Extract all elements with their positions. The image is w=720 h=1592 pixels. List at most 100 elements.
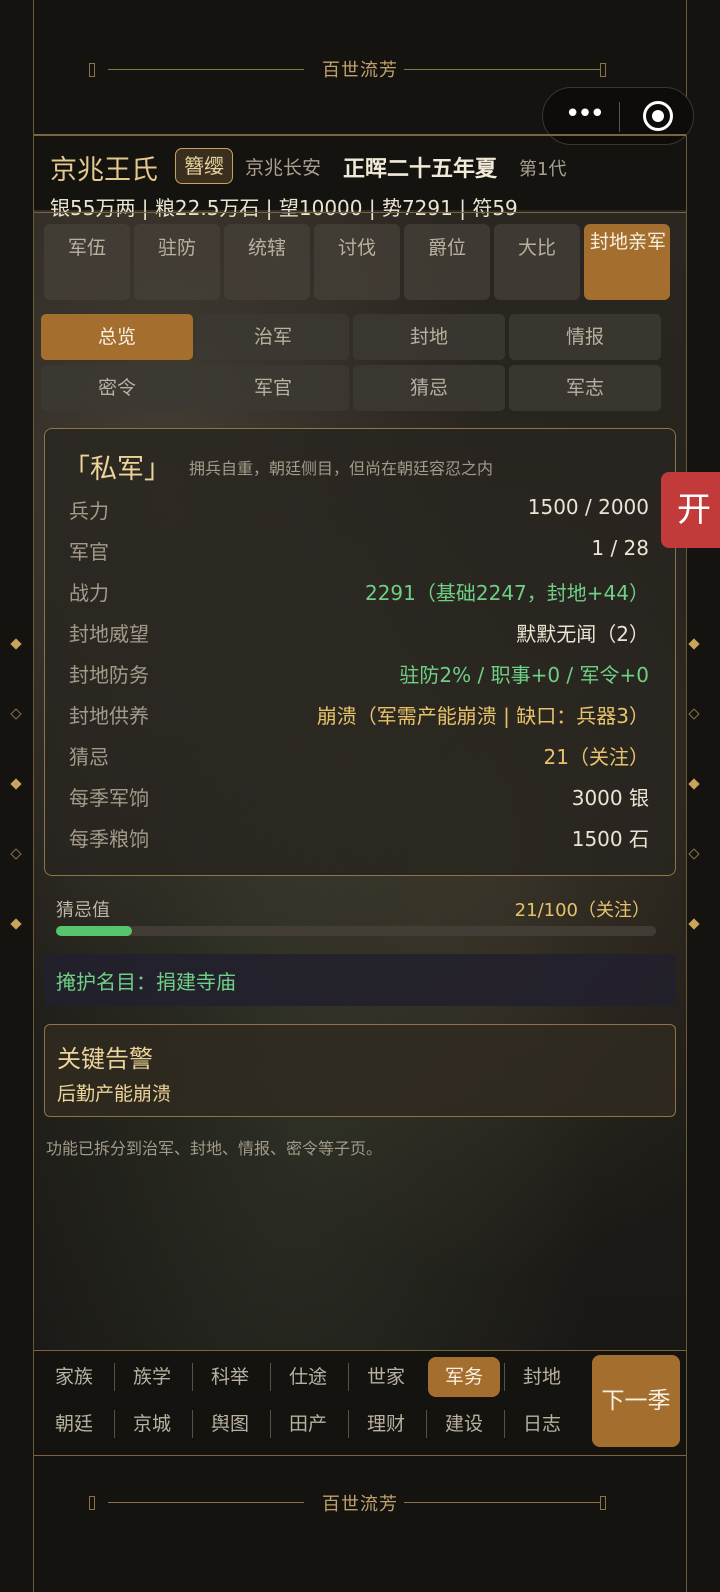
location-label: 京兆长安 <box>245 157 322 179</box>
diamond-icon <box>688 918 700 930</box>
side-open-tab[interactable]: 开 <box>661 472 720 548</box>
suspicion-label: 猜忌值 <box>56 900 110 921</box>
stat-row-grain-pay: 每季粮饷 1500 石 <box>69 823 649 859</box>
nav-divider <box>426 1410 427 1438</box>
stat-row-supply: 封地供养 崩溃（军需产能崩溃 | 缺口：兵器3） <box>69 700 649 736</box>
subtab-intel[interactable]: 情报 <box>509 314 661 360</box>
banner-ornament <box>600 1496 606 1510</box>
subtab-overview[interactable]: 总览 <box>41 314 193 360</box>
stat-value: 3000 银 <box>571 786 649 810</box>
nav-clans[interactable]: 世家 <box>350 1357 422 1397</box>
nav-map[interactable]: 舆图 <box>194 1404 266 1444</box>
stat-row-officers: 军官 1 / 28 <box>69 536 649 572</box>
subtab-discipline[interactable]: 治军 <box>197 314 349 360</box>
footnote: 功能已拆分到治军、封地、情报、密令等子页。 <box>46 1139 383 1158</box>
stat-row-silver-pay: 每季军饷 3000 银 <box>69 782 649 818</box>
cover-story-box: 掩护名目：捐建寺庙 <box>44 954 676 1006</box>
nav-divider <box>114 1410 115 1438</box>
stat-row-defense: 封地防务 驻防2% / 职事+0 / 军令+0 <box>69 659 649 695</box>
left-ornament <box>10 638 22 940</box>
nav-school[interactable]: 族学 <box>116 1357 188 1397</box>
stat-label: 封地供养 <box>69 704 149 728</box>
diamond-icon <box>10 708 22 720</box>
tab-army[interactable]: 军伍 <box>44 224 130 300</box>
nav-court[interactable]: 朝廷 <box>38 1404 110 1444</box>
alert-box: 关键告警 后勤产能崩溃 <box>44 1024 676 1117</box>
nav-divider <box>504 1410 505 1438</box>
nav-divider <box>270 1363 271 1391</box>
stat-label: 封地威望 <box>69 622 149 646</box>
suspicion-value: 21/100（关注） <box>514 900 650 921</box>
tab-peerage[interactable]: 爵位 <box>404 224 490 300</box>
nav-family[interactable]: 家族 <box>38 1357 110 1397</box>
next-season-button[interactable]: 下一季 <box>592 1355 680 1447</box>
main-tabs: 军伍 驻防 统辖 讨伐 爵位 大比 封地亲军 <box>44 224 676 300</box>
right-ornament <box>688 638 700 940</box>
stat-label: 猜忌 <box>69 745 109 769</box>
more-icon[interactable]: ••• <box>565 101 605 127</box>
diamond-icon <box>10 918 22 930</box>
stat-value: 1500 石 <box>571 827 649 851</box>
nav-divider <box>504 1363 505 1391</box>
nav-career[interactable]: 仕途 <box>272 1357 344 1397</box>
nav-divider <box>348 1363 349 1391</box>
stat-row-troops: 兵力 1500 / 2000 <box>69 495 649 531</box>
banner-ornament <box>600 63 606 77</box>
nav-estate[interactable]: 田产 <box>272 1404 344 1444</box>
stat-row-suspicion: 猜忌 21（关注） <box>69 741 649 777</box>
nav-exam[interactable]: 科举 <box>194 1357 266 1397</box>
bottom-banner: 百世流芳 <box>34 1490 686 1530</box>
stat-value: 1500 / 2000 <box>527 495 649 519</box>
stat-row-power: 战力 2291（基础2247，封地+44） <box>69 577 649 613</box>
nav-build[interactable]: 建设 <box>428 1404 500 1444</box>
diamond-icon <box>688 638 700 650</box>
stat-value: 驻防2% / 职事+0 / 军令+0 <box>399 663 649 687</box>
stat-value: 2291（基础2247，封地+44） <box>364 581 649 605</box>
stat-row-prestige: 封地威望 默默无闻（2） <box>69 618 649 654</box>
diamond-icon <box>10 778 22 790</box>
header-divider <box>34 134 686 136</box>
tab-campaign[interactable]: 讨伐 <box>314 224 400 300</box>
nav-log[interactable]: 日志 <box>506 1404 578 1444</box>
stat-label: 兵力 <box>69 499 109 523</box>
nav-fief[interactable]: 封地 <box>506 1357 578 1397</box>
capsule-divider <box>619 102 620 132</box>
banner-title: 百世流芳 <box>322 1494 398 1515</box>
diamond-icon <box>10 848 22 860</box>
stat-label: 战力 <box>69 581 109 605</box>
nav-divider <box>34 1455 686 1456</box>
stat-label: 封地防务 <box>69 663 149 687</box>
stat-label: 每季粮饷 <box>69 827 149 851</box>
tab-contest[interactable]: 大比 <box>494 224 580 300</box>
diamond-icon <box>688 778 700 790</box>
nav-divider <box>348 1410 349 1438</box>
tab-command[interactable]: 统辖 <box>224 224 310 300</box>
panel-description: 拥兵自重，朝廷侧目，但尚在朝廷容忍之内 <box>189 459 494 478</box>
stat-label: 每季军饷 <box>69 786 149 810</box>
stat-value: 崩溃（军需产能崩溃 | 缺口：兵器3） <box>316 704 649 728</box>
nav-capital[interactable]: 京城 <box>116 1404 188 1444</box>
mini-program-capsule: ••• <box>542 87 694 145</box>
subtab-officers[interactable]: 军官 <box>197 365 349 411</box>
nav-divider <box>192 1363 193 1391</box>
nav-military[interactable]: 军务 <box>428 1357 500 1397</box>
alert-title: 关键告警 <box>57 1045 153 1073</box>
bottom-nav: 家族 族学 科举 仕途 世家 军务 封地 朝廷 京城 舆图 田产 理财 建设 日… <box>34 1352 686 1452</box>
close-target-icon[interactable] <box>643 101 673 131</box>
family-name: 京兆王氏 <box>50 155 158 186</box>
subtab-annals[interactable]: 军志 <box>509 365 661 411</box>
subtab-suspicion[interactable]: 猜忌 <box>353 365 505 411</box>
tab-garrison[interactable]: 驻防 <box>134 224 220 300</box>
era-label: 正晖二十五年夏 <box>343 157 498 182</box>
tab-fief-guard[interactable]: 封地亲军 <box>584 224 670 300</box>
subtab-fief[interactable]: 封地 <box>353 314 505 360</box>
subtab-secret-order[interactable]: 密令 <box>41 365 193 411</box>
nav-divider <box>270 1410 271 1438</box>
banner-line <box>404 69 600 70</box>
alert-text: 后勤产能崩溃 <box>57 1083 172 1105</box>
cover-story-text: 掩护名目：捐建寺庙 <box>56 970 236 994</box>
suspicion-progress-bar <box>56 926 656 936</box>
stat-value: 1 / 28 <box>591 536 649 560</box>
suspicion-progress-fill <box>56 926 132 936</box>
nav-finance[interactable]: 理财 <box>350 1404 422 1444</box>
